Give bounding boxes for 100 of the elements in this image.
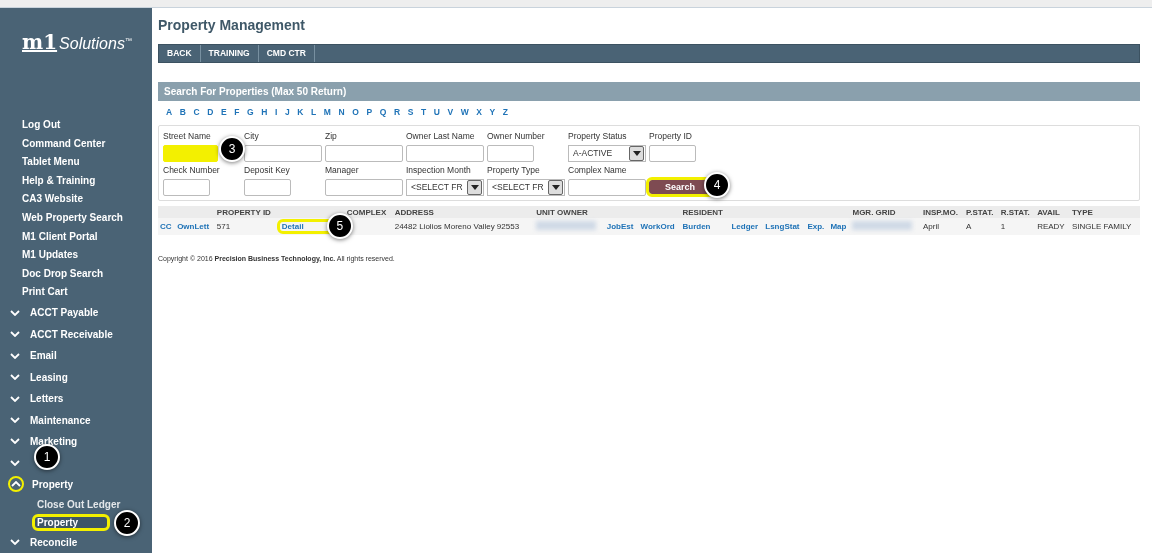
table-link[interactable]: Map <box>830 222 847 231</box>
table-cell: April <box>923 222 939 231</box>
table-link[interactable]: CC <box>160 222 172 231</box>
letter-link[interactable]: J <box>284 107 290 123</box>
table-link[interactable]: LsngStat <box>765 222 800 231</box>
letter-link[interactable]: Q <box>379 107 387 123</box>
dropdown-arrow-icon <box>470 184 479 190</box>
table-link[interactable]: JobEst <box>606 222 634 231</box>
sidebar-link[interactable]: Print Cart <box>22 283 68 302</box>
field-label: Complex Name <box>568 164 627 177</box>
table-cell: READY <box>1037 222 1065 231</box>
sidebar-link[interactable]: M1 Updates <box>22 246 79 265</box>
table-link[interactable]: WorkOrd <box>640 222 675 231</box>
input-field[interactable] <box>325 178 403 196</box>
page-title: Property Management <box>158 17 307 33</box>
input-field[interactable] <box>325 144 403 162</box>
letter-link[interactable]: Z <box>502 107 509 123</box>
table-link[interactable]: OwnLett <box>177 222 210 231</box>
letter-link[interactable]: W <box>460 107 469 123</box>
table-link[interactable]: Burden <box>682 222 711 231</box>
dropdown[interactable]: A-ACTIVE <box>568 144 646 162</box>
input-field[interactable] <box>649 144 696 162</box>
nav-button[interactable]: BACK <box>159 45 201 62</box>
sidebar-group[interactable]: Property <box>32 478 74 490</box>
sidebar-link[interactable]: Web Property Search <box>22 208 123 228</box>
dropdown[interactable]: <SELECT FR <box>406 178 484 196</box>
dropdown[interactable]: <SELECT FR <box>487 178 565 196</box>
sidebar-group[interactable]: Letters <box>30 393 64 405</box>
sidebar-link[interactable]: CA3 Website <box>22 190 83 209</box>
letter-link[interactable]: S <box>407 107 414 123</box>
chevron-icon <box>10 438 20 445</box>
letter-link[interactable]: P <box>366 107 373 123</box>
sidebar-link[interactable]: M1 Client Portal <box>22 227 98 247</box>
sidebar-subitem[interactable]: Close Out Ledger <box>36 498 122 510</box>
letter-link[interactable]: M <box>323 107 331 123</box>
letter-link[interactable]: X <box>476 107 482 123</box>
letter-link[interactable]: F <box>234 107 240 123</box>
sidebar-link[interactable]: Help & Training <box>22 171 96 191</box>
search-button[interactable]: Search <box>649 180 711 194</box>
logo: m1Solutions$^{™}$ <box>22 30 132 54</box>
sidebar-link[interactable]: Doc Drop Search <box>22 264 104 284</box>
callout-badge: 4 <box>704 172 730 198</box>
sidebar-group[interactable]: ACCT Payable <box>30 307 99 319</box>
input-field[interactable] <box>568 178 646 196</box>
sidebar-link[interactable]: Command Center <box>22 134 106 154</box>
letter-link[interactable]: B <box>179 107 186 123</box>
dropdown-arrow-icon <box>551 184 560 190</box>
letter-link[interactable]: C <box>193 107 200 123</box>
nav-button[interactable]: CMD CTR <box>258 45 315 62</box>
input-field[interactable] <box>244 178 291 196</box>
column-header: TYPE <box>1071 207 1093 217</box>
field-label: Owner Number <box>487 130 545 143</box>
table-link[interactable]: Detail <box>281 222 304 231</box>
callout-badge: 2 <box>114 510 140 537</box>
sidebar-group[interactable]: Leasing <box>30 371 68 383</box>
sidebar-group[interactable]: Marketing <box>30 436 78 447</box>
letter-link[interactable]: E <box>220 107 227 123</box>
sidebar-link[interactable]: Tablet Menu <box>22 153 80 172</box>
column-header: MGR. GRID <box>852 207 896 217</box>
letter-link[interactable]: T <box>420 107 427 123</box>
table-cell: A <box>965 222 972 231</box>
column-header: R.STAT. <box>1000 207 1030 217</box>
input-field[interactable] <box>406 144 484 162</box>
column-header: AVAIL <box>1037 207 1060 217</box>
column-header: INSP.MO. <box>923 207 958 217</box>
callout-badge: 3 <box>219 136 245 162</box>
letter-link[interactable]: G <box>247 107 254 123</box>
sidebar-group[interactable]: Reconcile <box>30 536 78 548</box>
sidebar-group[interactable]: Email <box>30 350 57 362</box>
letter-link[interactable]: O <box>352 107 359 123</box>
column-header: UNIT OWNER <box>536 207 588 217</box>
nav-button[interactable]: TRAINING <box>200 45 259 62</box>
letter-link[interactable]: A <box>166 107 173 123</box>
sidebar-group[interactable]: ACCT Receivable <box>30 328 113 340</box>
input-field[interactable] <box>244 144 322 162</box>
letter-link[interactable]: I <box>274 107 278 123</box>
chevron-toggle[interactable] <box>8 476 24 493</box>
sidebar-link[interactable]: Log Out <box>22 116 61 135</box>
table-cell: 571 <box>216 222 231 231</box>
input-field[interactable] <box>487 144 534 162</box>
table-link[interactable]: Ledger <box>731 222 759 231</box>
input-field[interactable] <box>163 178 210 196</box>
letter-link[interactable]: N <box>338 107 345 123</box>
table-cell: SINGLE FAMILY <box>1071 222 1132 231</box>
field-label: Check Number <box>163 164 220 177</box>
table-link[interactable]: Exp. <box>807 222 825 231</box>
letter-link[interactable]: U <box>433 107 440 123</box>
sidebar-group[interactable]: Maintenance <box>30 414 91 426</box>
letter-link[interactable]: D <box>207 107 214 123</box>
chevron-icon <box>11 481 21 488</box>
sidebar-subitem[interactable]: Property <box>32 514 110 531</box>
field-label: Property Status <box>568 130 627 143</box>
letter-link[interactable]: L <box>311 107 317 123</box>
table-cell: 24482 Liolios Moreno Valley 92553 <box>394 222 520 231</box>
letter-link[interactable]: Y <box>489 107 496 123</box>
letter-link[interactable]: V <box>447 107 454 123</box>
letter-link[interactable]: H <box>261 107 268 123</box>
field-label: Deposit Key <box>244 164 290 177</box>
letter-link[interactable]: K <box>297 107 304 123</box>
letter-link[interactable]: R <box>393 107 401 123</box>
